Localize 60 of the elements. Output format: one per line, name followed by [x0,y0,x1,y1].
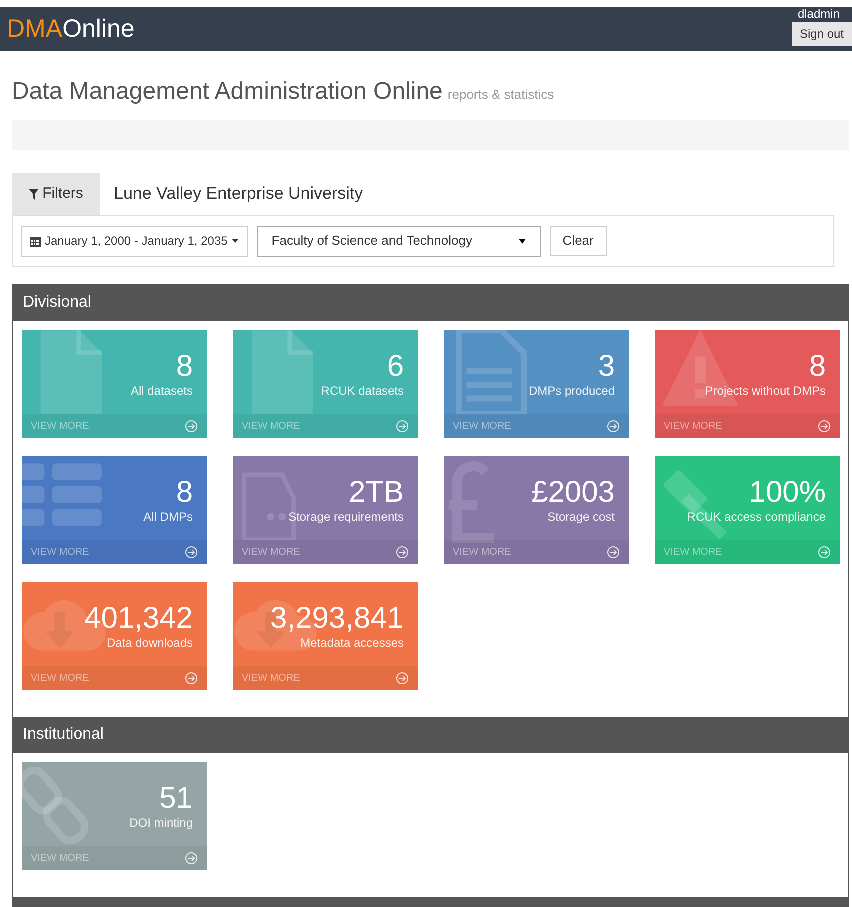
dropdown-arrow-icon [518,238,526,244]
stat-tile[interactable]: 100% RCUK access compliance VIEW MORE [655,456,840,564]
stat-tile[interactable]: 6 RCUK datasets VIEW MORE [233,330,418,438]
view-more-link[interactable]: VIEW MORE [664,418,722,434]
view-more-link[interactable]: VIEW MORE [31,850,90,866]
view-more-link[interactable]: VIEW MORE [31,670,90,686]
stat-tile[interactable]: 401,342 Data downloads VIEW MORE [22,582,207,690]
stat-tile[interactable]: 8 Projects without DMPs VIEW MORE [655,330,840,438]
stat-label: Projects without DMPs [705,383,826,399]
stat-label: DOI minting [130,815,193,831]
stat-value: 8 [809,351,826,383]
view-more-link[interactable]: VIEW MORE [664,544,722,560]
stat-label: Storage requirements [288,509,404,525]
stat-label: RCUK access compliance [687,509,826,525]
view-more-link[interactable]: VIEW MORE [453,418,512,434]
stat-label: Storage cost [548,509,615,525]
stat-value: 401,342 [84,603,193,635]
sign-out-button[interactable]: Sign out [792,22,852,46]
logo[interactable]: DMAOnline [7,16,135,42]
view-more-link[interactable]: VIEW MORE [242,670,300,686]
filter-icon [28,188,39,200]
page-title: Data Management Administration Online [12,77,443,107]
stat-label: Data downloads [106,635,193,651]
stat-tile[interactable]: 8 All datasets VIEW MORE [22,330,207,438]
calendar-icon [30,236,41,246]
stat-value: 100% [749,477,826,509]
view-more-link[interactable]: VIEW MORE [453,544,512,560]
section-header: Institutional [13,717,848,753]
stat-tile[interactable]: 3 DMPs produced VIEW MORE [444,330,629,438]
stat-value: 8 [176,477,193,509]
stat-tile[interactable]: 51 DOI minting VIEW MORE [22,762,207,870]
stat-value: 6 [387,351,404,383]
stat-value: 3,293,841 [270,603,404,635]
stat-value: 2TB [348,477,404,509]
caret-icon [232,239,239,243]
page-subtitle: reports & statistics [448,86,554,104]
stat-label: Metadata accesses [300,635,404,651]
view-more-link[interactable]: VIEW MORE [31,544,90,560]
stat-label: All datasets [130,383,193,399]
stat-tile[interactable]: 8 All DMPs VIEW MORE [22,456,207,564]
view-more-link[interactable]: VIEW MORE [242,418,300,434]
view-more-link[interactable]: VIEW MORE [242,544,300,560]
stat-tile[interactable]: £2003 Storage cost VIEW MORE [444,456,629,564]
stat-label: All DMPs [144,509,193,525]
stat-label: DMPs produced [528,383,615,399]
stat-tile[interactable]: 2TB Storage requirements VIEW MORE [233,456,418,564]
stat-value: £2003 [532,477,615,509]
faculty-select[interactable]: Faculty of Science and Technology [256,226,541,256]
institution-name: Lune Valley Enterprise University [114,183,364,206]
stat-tile[interactable]: 3,293,841 Metadata accesses VIEW MORE [233,582,418,690]
filters-tab[interactable]: Filters [12,173,100,215]
stat-value: 51 [160,783,193,815]
stat-value: 3 [598,351,615,383]
stat-label: RCUK datasets [321,383,404,399]
date-range-button[interactable]: January 1, 2000 - January 1, 2035 [21,226,248,256]
clear-button[interactable]: Clear [550,226,607,256]
stat-value: 8 [176,351,193,383]
username: dladmin [798,6,841,22]
section-header: Divisional [13,285,848,321]
view-more-link[interactable]: VIEW MORE [31,418,90,434]
